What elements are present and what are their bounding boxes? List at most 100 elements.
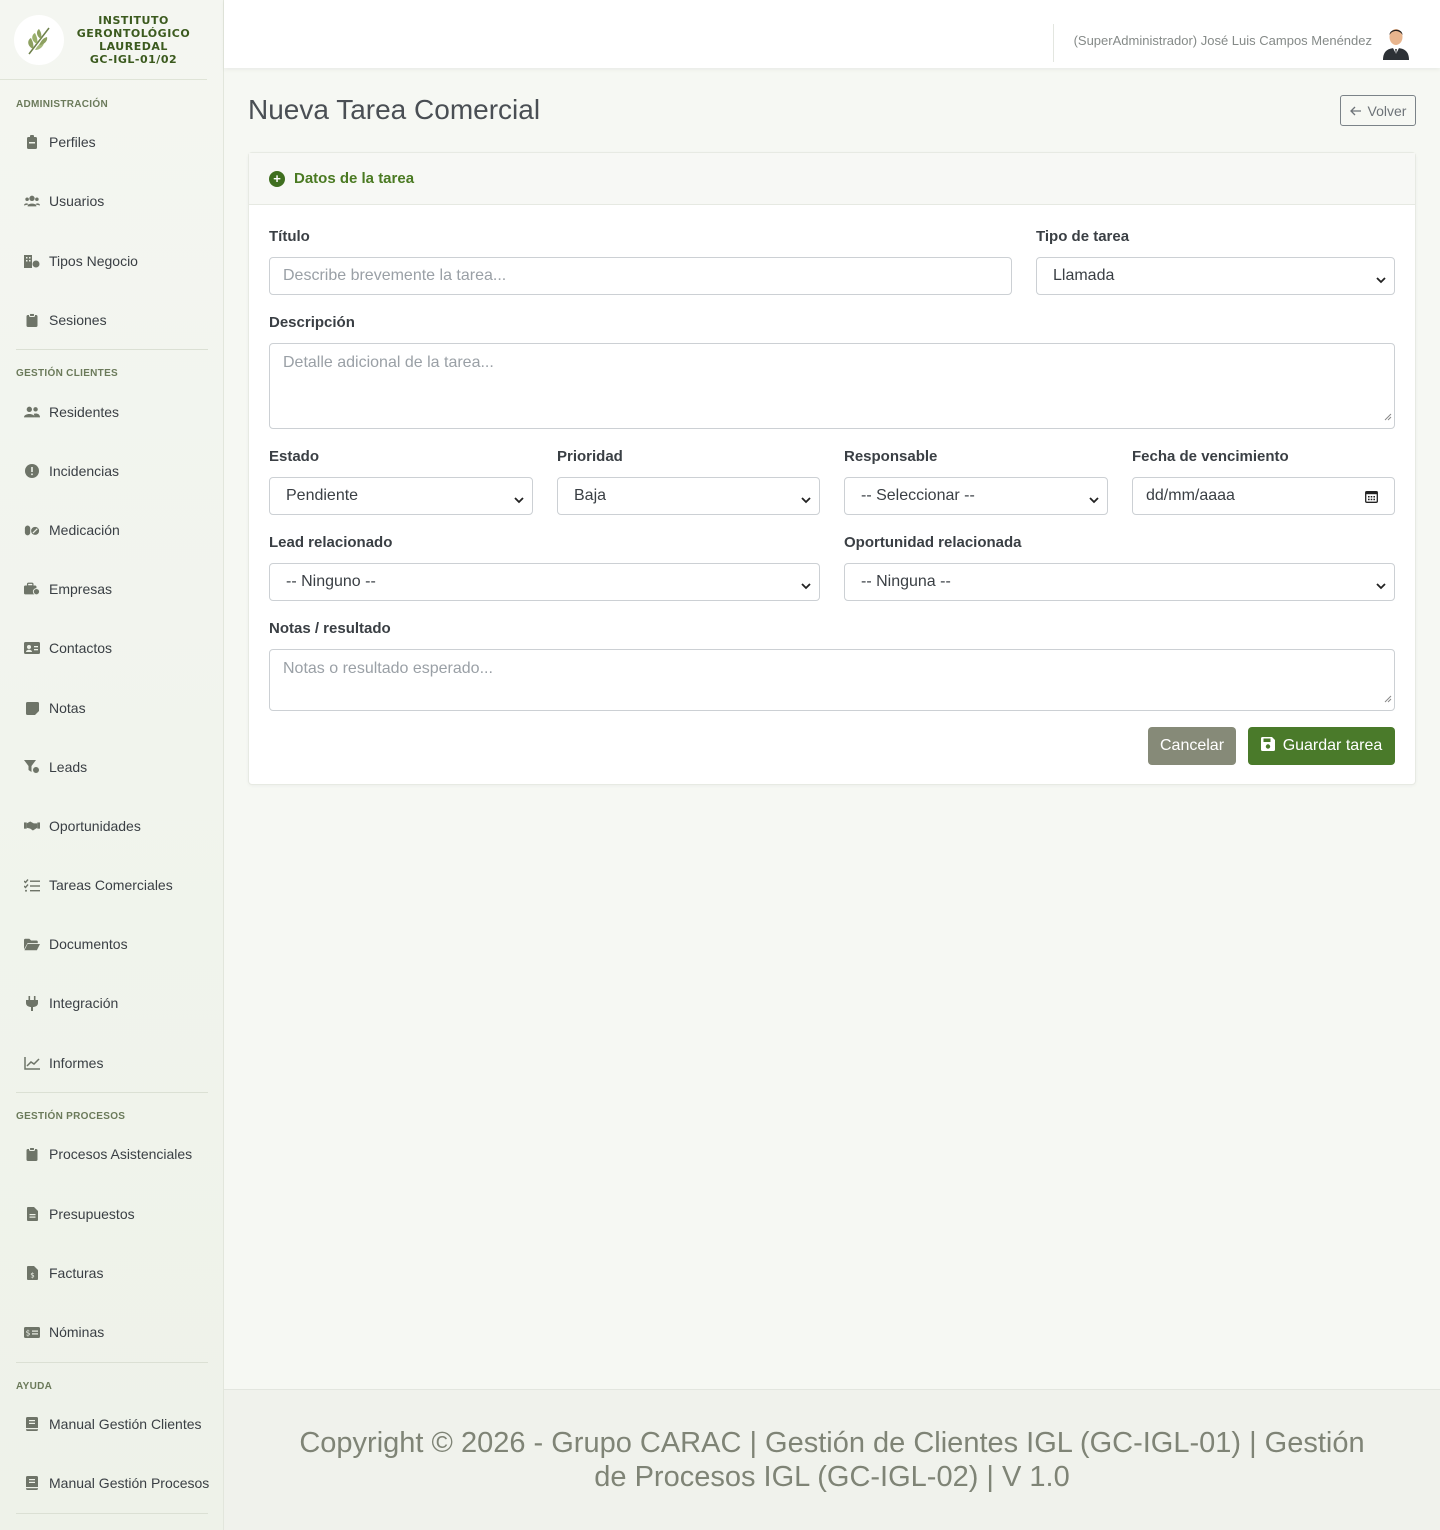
notas-textarea[interactable]: Notas o resultado esperado... xyxy=(269,649,1395,711)
sidebar-item-notas[interactable]: Notas xyxy=(24,697,86,719)
sidebar-item-label: Nóminas xyxy=(49,1324,105,1340)
alert-icon xyxy=(24,463,40,479)
resize-grip-icon[interactable] xyxy=(1384,690,1392,708)
clipboard-icon xyxy=(24,312,40,328)
titulo-input[interactable]: Describe brevemente la tarea... xyxy=(269,257,1012,295)
tipo-tarea-select[interactable]: Llamada xyxy=(1036,257,1395,295)
list-check-icon xyxy=(24,877,40,893)
chevron-down-icon xyxy=(1376,271,1386,289)
sidebar-item-label: Medicación xyxy=(49,522,120,538)
prioridad-select[interactable]: Baja xyxy=(557,477,820,515)
oportunidad-value: -- Ninguna -- xyxy=(861,573,951,590)
sidebar-item-presupuestos[interactable]: Presupuestos xyxy=(24,1203,135,1225)
sidebar-item-nominas[interactable]: $ Nóminas xyxy=(24,1321,104,1343)
prioridad-label: Prioridad xyxy=(557,448,623,465)
sidebar-item-medicacion[interactable]: Medicación xyxy=(24,519,120,541)
sidebar-item-label: Contactos xyxy=(49,640,113,656)
pills-icon xyxy=(24,522,40,538)
sidebar-item-manual-gestion-clientes[interactable]: Manual Gestión Clientes xyxy=(24,1413,202,1435)
tipo-tarea-value: Llamada xyxy=(1053,267,1115,284)
sidebar-item-label: Informes xyxy=(49,1055,104,1071)
save-icon xyxy=(1260,736,1275,756)
section-title-ayuda: AYUDA xyxy=(16,1381,53,1392)
sidebar-item-leads[interactable]: Leads xyxy=(24,756,87,778)
sidebar-item-documentos[interactable]: Documentos xyxy=(24,933,128,955)
sidebar-item-manual-gestion-procesos[interactable]: Manual Gestión Procesos xyxy=(24,1472,209,1494)
sidebar-item-residentes[interactable]: Residentes xyxy=(24,401,119,423)
notas-placeholder: Notas o resultado esperado... xyxy=(283,660,493,677)
sidebar-divider xyxy=(16,1362,208,1363)
responsable-value: -- Seleccionar -- xyxy=(861,487,975,504)
sidebar-item-usuarios[interactable]: Usuarios xyxy=(24,190,104,212)
sidebar-item-tareas-comerciales[interactable]: Tareas Comerciales xyxy=(24,874,173,896)
svg-text:$: $ xyxy=(30,1272,34,1280)
lead-select[interactable]: -- Ninguno -- xyxy=(269,563,820,601)
topbar-separator xyxy=(1053,24,1054,62)
sidebar-item-label: Perfiles xyxy=(49,134,96,150)
sidebar-item-procesos-asistenciales[interactable]: Procesos Asistenciales xyxy=(24,1143,192,1165)
building-icon xyxy=(24,253,40,269)
resize-grip-icon[interactable] xyxy=(1384,408,1392,426)
user-name[interactable]: (SuperAdministrador) José Luis Campos Me… xyxy=(1074,33,1372,48)
handshake-icon xyxy=(24,818,40,834)
sidebar-item-label: Notas xyxy=(49,700,86,716)
fecha-vencimiento-label: Fecha de vencimiento xyxy=(1132,448,1289,465)
estado-select[interactable]: Pendiente xyxy=(269,477,533,515)
book-icon xyxy=(24,1416,40,1432)
back-button[interactable]: Volver xyxy=(1340,95,1416,126)
lead-label: Lead relacionado xyxy=(269,534,393,551)
section-title-gestion-procesos: GESTIÓN PROCESOS xyxy=(16,1111,126,1122)
id-card-icon xyxy=(24,640,40,656)
sidebar-item-label: Empresas xyxy=(49,581,113,597)
brand[interactable]: INSTITUTO GERONTOLÓGICO LAUREDAL GC-IGL-… xyxy=(0,0,207,80)
arrow-left-icon xyxy=(1349,103,1362,119)
tipo-tarea-label: Tipo de tarea xyxy=(1036,228,1130,245)
card-header: + Datos de la tarea xyxy=(249,153,1415,205)
oportunidad-select[interactable]: -- Ninguna -- xyxy=(844,563,1395,601)
sidebar-item-label: Presupuestos xyxy=(49,1206,135,1222)
sidebar-item-label: Procesos Asistenciales xyxy=(49,1146,193,1162)
sidebar-item-label: Incidencias xyxy=(49,463,120,479)
sidebar-item-tipos-negocio[interactable]: Tipos Negocio xyxy=(24,250,138,272)
chevron-down-icon xyxy=(1089,491,1099,509)
sidebar-item-label: Integración xyxy=(49,995,119,1011)
sidebar-item-empresas[interactable]: Empresas xyxy=(24,578,112,600)
avatar[interactable] xyxy=(1380,24,1412,60)
folder-icon xyxy=(24,936,40,952)
responsable-select[interactable]: -- Seleccionar -- xyxy=(844,477,1108,515)
topbar: (SuperAdministrador) José Luis Campos Me… xyxy=(224,0,1440,68)
sidebar-item-label: Oportunidades xyxy=(49,818,141,834)
sidebar-item-informes[interactable]: Informes xyxy=(24,1052,103,1074)
briefcase-icon xyxy=(24,581,40,597)
sidebar-item-integracion[interactable]: Integración xyxy=(24,992,118,1014)
save-task-label: Guardar tarea xyxy=(1282,737,1383,754)
sidebar-item-label: Tipos Negocio xyxy=(49,253,138,269)
sidebar-item-label: Documentos xyxy=(49,936,128,952)
cancel-button[interactable]: Cancelar xyxy=(1148,727,1236,765)
sidebar-item-perfiles[interactable]: Perfiles xyxy=(24,131,96,153)
save-task-button[interactable]: Guardar tarea xyxy=(1248,727,1395,765)
book-icon xyxy=(24,1475,40,1491)
laurel-logo-icon xyxy=(14,14,64,65)
sidebar-item-label: Usuarios xyxy=(49,193,105,209)
footer: Copyright © 2026 - Grupo CARAC | Gestión… xyxy=(224,1389,1440,1530)
oportunidad-label: Oportunidad relacionada xyxy=(844,534,1022,551)
estado-value: Pendiente xyxy=(286,487,359,504)
calendar-icon[interactable] xyxy=(1365,490,1378,508)
users-icon xyxy=(24,404,40,420)
fecha-value: dd/mm/aaaa xyxy=(1146,487,1235,504)
descripcion-textarea[interactable]: Detalle adicional de la tarea... xyxy=(269,343,1395,429)
funnel-icon xyxy=(24,759,40,775)
sidebar-item-incidencias[interactable]: Incidencias xyxy=(24,460,119,482)
sidebar-item-oportunidades[interactable]: Oportunidades xyxy=(24,815,141,837)
sidebar-divider xyxy=(16,1092,208,1093)
svg-text:$: $ xyxy=(26,1328,31,1337)
fecha-vencimiento-input[interactable]: dd/mm/aaaa xyxy=(1132,477,1395,515)
sidebar-item-label: Residentes xyxy=(49,404,120,420)
sidebar-item-sesiones[interactable]: Sesiones xyxy=(24,309,107,331)
sidebar-item-facturas[interactable]: $ Facturas xyxy=(24,1262,103,1284)
sidebar-item-contactos[interactable]: Contactos xyxy=(24,637,112,659)
sidebar-item-label: Tareas Comerciales xyxy=(49,877,173,893)
chevron-down-icon xyxy=(801,491,811,509)
badge-icon xyxy=(24,134,40,150)
